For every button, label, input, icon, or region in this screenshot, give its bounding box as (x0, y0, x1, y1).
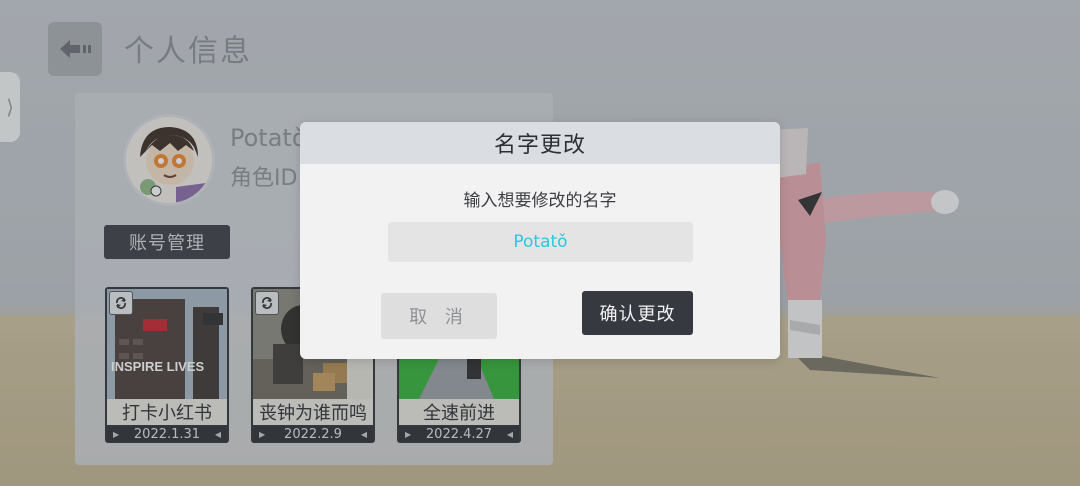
dialog-title: 名字更改 (300, 122, 780, 164)
dialog-prompt: 输入想要修改的名字 (463, 191, 617, 211)
rename-dialog: 名字更改 输入想要修改的名字 取 消 确认更改 (300, 122, 780, 359)
confirm-change-button[interactable]: 确认更改 (582, 291, 693, 335)
game-scene: 个人信息 ⟩ Potatǒ 角色ID: 账号管理 INSPIRE LIVES 打… (0, 0, 1080, 486)
cancel-button[interactable]: 取 消 (381, 293, 497, 339)
name-input[interactable] (388, 222, 693, 262)
